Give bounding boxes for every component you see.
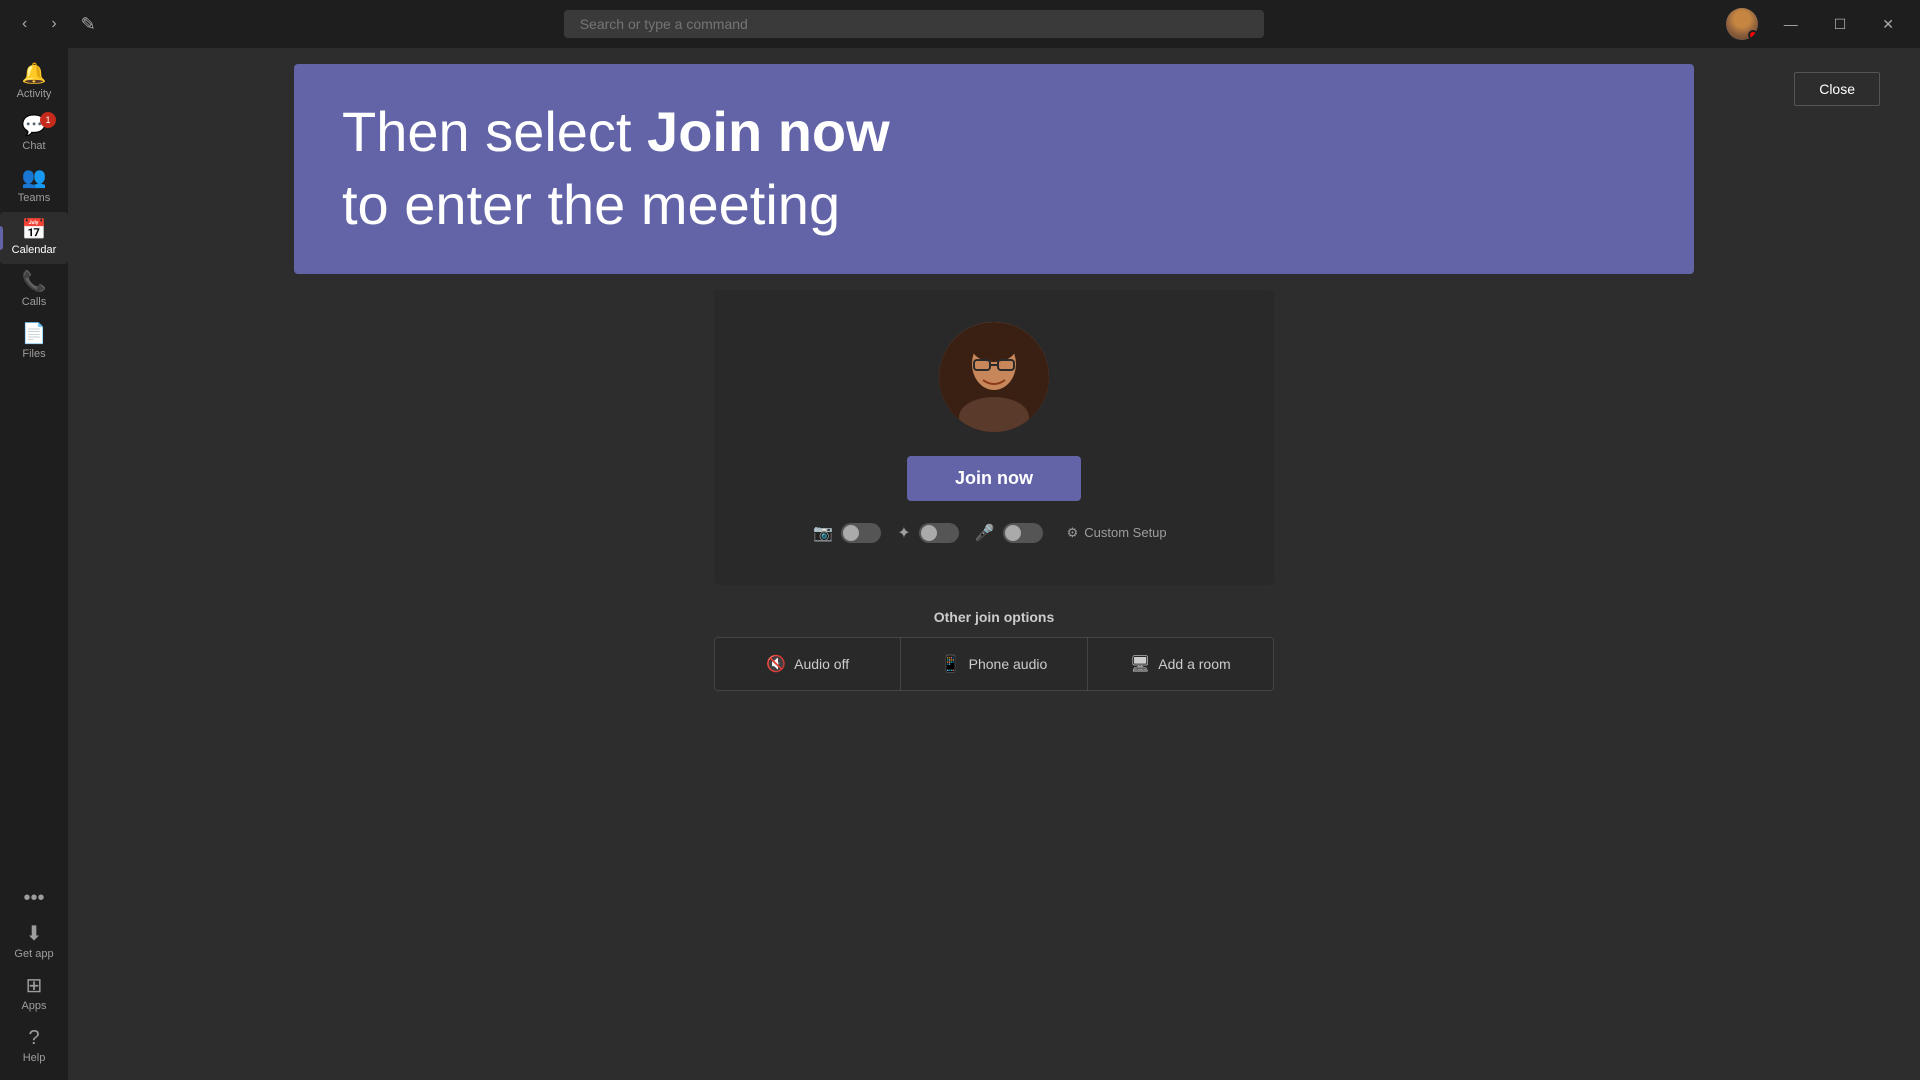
- custom-setup-label: Custom Setup: [1084, 525, 1166, 540]
- sidebar-item-chat[interactable]: 💬 1 Chat: [0, 108, 68, 160]
- sidebar-item-calendar[interactable]: 📅 Calendar: [0, 212, 68, 264]
- sidebar-label-teams: Teams: [18, 192, 50, 204]
- sidebar-label-help: Help: [23, 1052, 46, 1064]
- main-layout: 🔔 Activity 💬 1 Chat 👥 Teams 📅 Calendar 📞…: [0, 48, 1920, 1080]
- calls-icon: 📞: [22, 272, 47, 292]
- user-avatar[interactable]: [1726, 8, 1758, 40]
- files-icon: 📄: [22, 324, 47, 344]
- activity-icon: 🔔: [22, 64, 47, 84]
- instruction-banner: Then select Join now to enter the meetin…: [294, 64, 1694, 274]
- sidebar-label-calls: Calls: [22, 296, 46, 308]
- add-room-button[interactable]: 🖥 Add a room: [1088, 638, 1273, 690]
- title-bar-right: — ☐ ✕: [1726, 8, 1904, 40]
- calendar-icon: 📅: [22, 220, 47, 240]
- other-options-row: 🔇 Audio off 📱 Phone audio 🖥 Add a room: [714, 637, 1274, 691]
- instruction-line2: to enter the meeting: [342, 173, 840, 236]
- sidebar-label-apps: Apps: [21, 1000, 46, 1012]
- search-input[interactable]: [564, 10, 1264, 38]
- sidebar-item-files[interactable]: 📄 Files: [0, 316, 68, 368]
- compose-button[interactable]: ✎: [75, 10, 102, 39]
- sidebar-label-activity: Activity: [17, 88, 52, 100]
- video-icon: 📷: [813, 523, 833, 543]
- audio-off-icon: 🔇: [766, 654, 786, 674]
- phone-audio-icon: 📱: [941, 654, 961, 674]
- video-toggle[interactable]: [841, 523, 881, 543]
- join-panel: Join now 📷 ✦ 🎤: [714, 290, 1274, 585]
- phone-audio-button[interactable]: 📱 Phone audio: [901, 638, 1087, 690]
- sidebar-label-chat: Chat: [22, 140, 45, 152]
- sidebar-label-calendar: Calendar: [12, 244, 57, 256]
- sidebar-item-help[interactable]: ? Help: [0, 1020, 68, 1072]
- add-room-label: Add a room: [1158, 656, 1230, 672]
- help-icon: ?: [28, 1028, 39, 1048]
- blur-control-group: ✦: [897, 523, 958, 543]
- instruction-line1-bold: Join now: [647, 100, 890, 163]
- sidebar-label-files: Files: [22, 348, 45, 360]
- title-bar-left: ‹ › ✎: [16, 10, 102, 39]
- gear-icon: ⚙: [1067, 525, 1079, 541]
- back-button[interactable]: ‹: [16, 11, 33, 37]
- mic-control-group: 🎤: [975, 523, 1043, 543]
- close-panel-button[interactable]: Close: [1794, 72, 1880, 106]
- sidebar-label-getapp: Get app: [14, 948, 53, 960]
- sidebar-item-activity[interactable]: 🔔 Activity: [0, 56, 68, 108]
- instruction-text: Then select Join now to enter the meetin…: [342, 96, 1646, 242]
- chat-badge: 1: [40, 112, 56, 128]
- more-icon: •••: [23, 888, 44, 908]
- join-now-button[interactable]: Join now: [907, 456, 1081, 501]
- maximize-button[interactable]: ☐: [1824, 12, 1857, 37]
- search-bar: [564, 10, 1264, 38]
- forward-button[interactable]: ›: [45, 11, 62, 37]
- avatar-status: [1748, 30, 1758, 40]
- instruction-line1-normal: Then select: [342, 100, 647, 163]
- sidebar: 🔔 Activity 💬 1 Chat 👥 Teams 📅 Calendar 📞…: [0, 48, 68, 1080]
- sidebar-item-calls[interactable]: 📞 Calls: [0, 264, 68, 316]
- blur-icon: ✦: [897, 523, 910, 543]
- other-options-section: Other join options 🔇 Audio off 📱 Phone a…: [714, 609, 1274, 691]
- apps-icon: ⊞: [26, 976, 43, 996]
- other-options-title: Other join options: [714, 609, 1274, 625]
- mic-icon: 🎤: [975, 523, 995, 543]
- teams-icon: 👥: [22, 168, 47, 188]
- minimize-button[interactable]: —: [1774, 12, 1808, 36]
- add-room-icon: 🖥: [1130, 654, 1150, 674]
- sidebar-item-teams[interactable]: 👥 Teams: [0, 160, 68, 212]
- mic-toggle[interactable]: [1003, 523, 1043, 543]
- audio-off-button[interactable]: 🔇 Audio off: [715, 638, 901, 690]
- sidebar-item-getapp[interactable]: ⬇ Get app: [0, 916, 68, 968]
- phone-audio-label: Phone audio: [969, 656, 1048, 672]
- content-area: Close Then select Join now to enter the …: [68, 48, 1920, 1080]
- audio-off-label: Audio off: [794, 656, 849, 672]
- sidebar-item-more[interactable]: •••: [0, 880, 68, 916]
- title-bar: ‹ › ✎ — ☐ ✕: [0, 0, 1920, 48]
- video-control-group: 📷: [813, 523, 881, 543]
- custom-setup-button[interactable]: ⚙ Custom Setup: [1059, 521, 1175, 545]
- getapp-icon: ⬇: [26, 924, 43, 944]
- blur-toggle[interactable]: [919, 523, 959, 543]
- preview-avatar: [939, 322, 1049, 432]
- window-close-button[interactable]: ✕: [1872, 12, 1904, 37]
- sidebar-bottom: ••• ⬇ Get app ⊞ Apps ? Help: [0, 880, 68, 1072]
- sidebar-item-apps[interactable]: ⊞ Apps: [0, 968, 68, 1020]
- avatar-svg: [939, 322, 1049, 432]
- controls-row: 📷 ✦ 🎤 ⚙ Custom Setup: [813, 521, 1174, 545]
